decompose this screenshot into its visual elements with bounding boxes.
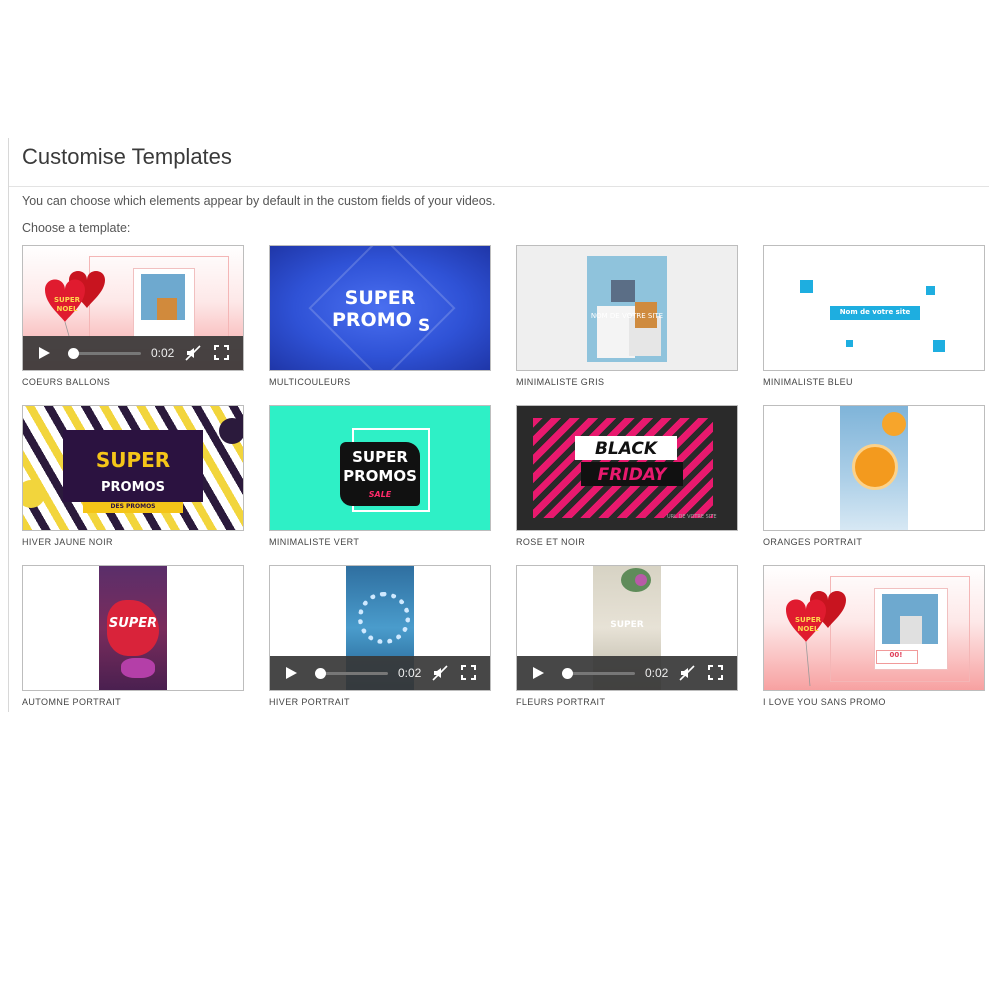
template-art-line1: BLACK — [594, 439, 658, 459]
customise-templates-panel: Customise Templates You can choose which… — [8, 138, 989, 712]
template-card-hiver-jaune-noir[interactable]: SUPER PROMOS DES PROMOS HIVER JAUNE NOIR — [22, 405, 244, 547]
template-thumbnail[interactable] — [763, 405, 985, 531]
template-thumbnail[interactable]: 00! SUPER NOEL — [763, 565, 985, 691]
template-label: MINIMALISTE VERT — [269, 537, 360, 547]
playback-time: 0:02 — [645, 666, 669, 680]
template-card-coeurs-ballons[interactable]: SUPER NOEL 0:02 COEURS BALLONS — [22, 245, 244, 387]
template-label: HIVER PORTRAIT — [269, 697, 350, 707]
balloon-badge-text: SUPER NOEL — [53, 296, 81, 313]
video-controls: 0:02 — [23, 336, 243, 370]
template-thumbnail[interactable]: SUPER 0:02 — [516, 565, 738, 691]
seek-knob[interactable] — [314, 668, 326, 679]
balloon-badge-text: SUPER NOEL — [794, 616, 822, 633]
mute-icon[interactable] — [185, 345, 201, 361]
title-divider — [9, 186, 989, 187]
template-art-line1: SUPER — [108, 616, 158, 631]
template-art-line3: DES PROMOS — [110, 503, 156, 510]
mute-icon[interactable] — [679, 665, 695, 681]
template-card-fleurs-portrait[interactable]: SUPER 0:02 FLEURS PORTRAIT — [516, 565, 738, 707]
template-card-minimaliste-vert[interactable]: SUPER PROMOS SALE MINIMALISTE VERT — [269, 405, 491, 547]
playback-time: 0:02 — [398, 666, 422, 680]
template-art-line1: SUPER — [95, 448, 171, 472]
template-thumbnail[interactable]: SUPER — [22, 565, 244, 691]
template-art-line1: SUPER — [352, 448, 408, 466]
fullscreen-icon[interactable] — [461, 665, 476, 680]
template-label: HIVER JAUNE NOIR — [22, 537, 113, 547]
template-label: ROSE ET NOIR — [516, 537, 586, 547]
template-art-caption: Nom de votre site — [839, 308, 911, 316]
template-art-line2: PROMOS — [343, 467, 417, 485]
template-card-minimaliste-bleu[interactable]: Nom de votre site MINIMALISTE BLEU — [763, 245, 985, 387]
template-card-automne-portrait[interactable]: SUPER AUTOMNE PORTRAIT — [22, 565, 244, 707]
playback-time: 0:02 — [151, 346, 175, 360]
template-art-line2: PROMO — [332, 309, 412, 331]
heart-balloon-icon — [786, 591, 846, 686]
template-label: AUTOMNE PORTRAIT — [22, 697, 122, 707]
template-label: MINIMALISTE GRIS — [516, 377, 605, 387]
template-card-multicouleurs[interactable]: SUPER PROMO S MULTICOULEURS — [269, 245, 491, 387]
template-thumbnail[interactable]: SUPER PROMOS DES PROMOS — [22, 405, 244, 531]
template-art-caption: NOM DE VOTRE SITE — [590, 312, 664, 320]
template-art-line2: PROMOS — [101, 480, 165, 495]
template-thumbnail[interactable]: SUPER NOEL 0:02 — [22, 245, 244, 371]
template-card-i-love-you-sans-promo[interactable]: 00! SUPER NOEL I LOVE YOU SANS PROMO — [763, 565, 985, 707]
seek-bar[interactable] — [67, 348, 141, 359]
fullscreen-icon[interactable] — [214, 345, 229, 360]
seek-knob[interactable] — [561, 668, 573, 679]
play-icon[interactable] — [39, 347, 50, 359]
page-description: You can choose which elements appear by … — [22, 194, 496, 208]
page-title: Customise Templates — [22, 144, 232, 169]
template-thumbnail[interactable]: Nom de votre site — [763, 245, 985, 371]
template-label: MINIMALISTE BLEU — [763, 377, 853, 387]
template-thumbnail[interactable]: BLACK FRIDAY URL DE VOTRE SITE — [516, 405, 738, 531]
video-controls: 0:02 — [517, 656, 737, 690]
mute-icon[interactable] — [432, 665, 448, 681]
seek-bar[interactable] — [314, 668, 388, 679]
choose-template-label: Choose a template: — [22, 221, 131, 235]
template-art-caption: URL DE VOTRE SITE — [667, 514, 717, 520]
template-art-line1: SUPER — [344, 287, 416, 309]
template-label: COEURS BALLONS — [22, 377, 111, 387]
template-thumbnail[interactable]: SUPER PROMO S — [269, 245, 491, 371]
template-card-minimaliste-gris[interactable]: NOM DE VOTRE SITE MINIMALISTE GRIS — [516, 245, 738, 387]
template-thumbnail[interactable]: 0:02 — [269, 565, 491, 691]
seek-bar[interactable] — [561, 668, 635, 679]
template-art-line1: SUPER — [610, 620, 644, 630]
video-controls: 0:02 — [270, 656, 490, 690]
template-thumbnail[interactable]: SUPER PROMOS SALE — [269, 405, 491, 531]
template-card-oranges-portrait[interactable]: ORANGES PORTRAIT — [763, 405, 985, 547]
template-thumbnail[interactable]: NOM DE VOTRE SITE — [516, 245, 738, 371]
play-icon[interactable] — [533, 667, 544, 679]
template-label: MULTICOULEURS — [269, 377, 351, 387]
template-art-line2: FRIDAY — [597, 465, 667, 485]
play-icon[interactable] — [286, 667, 297, 679]
template-card-rose-et-noir[interactable]: BLACK FRIDAY URL DE VOTRE SITE ROSE ET N… — [516, 405, 738, 547]
fullscreen-icon[interactable] — [708, 665, 723, 680]
template-art-line3: SALE — [368, 490, 392, 499]
template-art-tail: S — [418, 316, 431, 336]
template-art-tag: 00! — [889, 651, 903, 659]
template-label: I LOVE YOU SANS PROMO — [763, 697, 886, 707]
template-card-hiver-portrait[interactable]: 0:02 HIVER PORTRAIT — [269, 565, 491, 707]
seek-knob[interactable] — [67, 348, 79, 359]
template-label: ORANGES PORTRAIT — [763, 537, 863, 547]
template-label: FLEURS PORTRAIT — [516, 697, 606, 707]
